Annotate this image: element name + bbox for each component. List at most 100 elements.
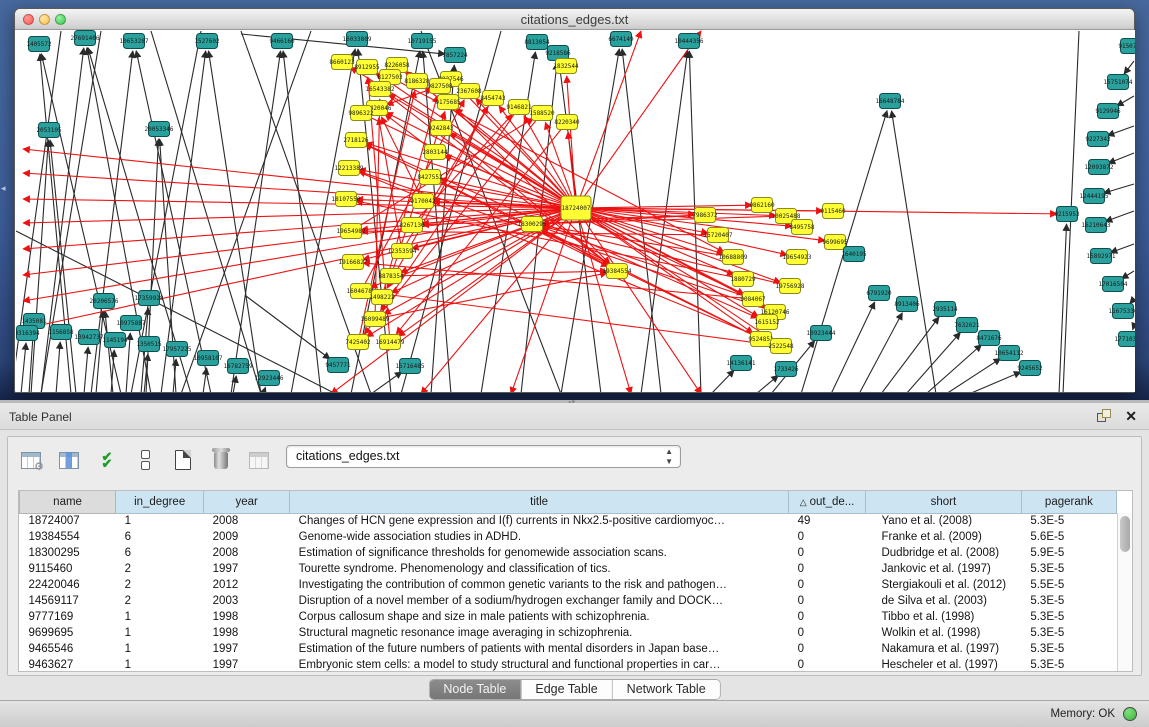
- table-cell[interactable]: 14569117: [20, 593, 116, 609]
- teal-node[interactable]: 1733426: [773, 362, 799, 377]
- table-cell[interactable]: 5.6E-5: [1021, 529, 1116, 545]
- yellow-node[interactable]: 12353594: [388, 244, 417, 259]
- yellow-node[interactable]: 8912955: [354, 60, 380, 75]
- teal-node[interactable]: 1405572: [26, 37, 52, 52]
- column-header-in_degree[interactable]: in_degree: [116, 491, 204, 513]
- table-cell[interactable]: Franke et al. (2009): [865, 529, 1021, 545]
- teal-node[interactable]: 10958107: [194, 351, 223, 366]
- table-cell[interactable]: 19384554: [20, 529, 116, 545]
- table-cell[interactable]: Nakamura et al. (1997): [865, 641, 1021, 657]
- table-cell[interactable]: 1997: [204, 641, 290, 657]
- network-canvas[interactable]: 1405572276914061065328715276029466160160…: [16, 30, 1135, 392]
- table-scrollbar-thumb[interactable]: [1120, 516, 1130, 552]
- table-cell[interactable]: 0: [789, 593, 866, 609]
- yellow-node[interactable]: 19166827: [339, 255, 368, 270]
- teal-node[interactable]: 6674149: [608, 32, 634, 47]
- table-cell[interactable]: 2003: [204, 593, 290, 609]
- row-options-button[interactable]: [132, 447, 158, 473]
- table-cell[interactable]: 0: [789, 609, 866, 625]
- teal-node[interactable]: 1156858: [48, 325, 74, 340]
- teal-node[interactable]: 27691406: [71, 31, 100, 46]
- table-source-dropdown[interactable]: citations_edges.txt ▲▼: [286, 445, 681, 468]
- teal-node[interactable]: 9316394: [16, 326, 40, 341]
- teal-node[interactable]: 9245652: [1017, 361, 1043, 376]
- teal-node[interactable]: 10975887: [117, 316, 146, 331]
- tab-edge-table[interactable]: Edge Table: [520, 680, 611, 699]
- teal-node[interactable]: 11675330: [1109, 304, 1135, 319]
- citation-network-graph[interactable]: 1405572276914061065328715276029466160160…: [16, 30, 1135, 392]
- teal-node[interactable]: 17710331: [1115, 332, 1135, 347]
- table-cell[interactable]: Disruption of a novel member of a sodium…: [290, 593, 789, 609]
- table-row[interactable]: 1872400712008Changes of HCN gene express…: [20, 513, 1117, 529]
- yellow-node[interactable]: 19756928: [776, 279, 805, 294]
- table-cell[interactable]: Stergiakouli et al. (2012): [865, 577, 1021, 593]
- column-header-pagerank[interactable]: pagerank: [1021, 491, 1116, 513]
- column-header-short[interactable]: short: [865, 491, 1021, 513]
- teal-node[interactable]: 7857224: [442, 48, 468, 63]
- teal-node[interactable]: 8913406: [894, 297, 920, 312]
- table-cell[interactable]: 0: [789, 625, 866, 641]
- yellow-node[interactable]: 8267130: [399, 218, 425, 233]
- hub-node[interactable]: 18724007: [561, 196, 591, 220]
- table-cell[interactable]: 1: [116, 513, 204, 529]
- yellow-node[interactable]: 1832544: [553, 59, 579, 74]
- teal-node[interactable]: 1350515: [136, 337, 162, 352]
- close-panel-icon[interactable]: ✕: [1125, 408, 1137, 425]
- table-cell[interactable]: 9465546: [20, 641, 116, 657]
- table-cell[interactable]: 9115460: [20, 561, 116, 577]
- teal-node[interactable]: 7632621: [954, 318, 980, 333]
- table-cell[interactable]: 1998: [204, 609, 290, 625]
- table-row[interactable]: 1456911722003Disruption of a novel membe…: [20, 593, 1117, 609]
- table-row[interactable]: 1830029562008Estimation of significance …: [20, 545, 1117, 561]
- node-table-grid[interactable]: namein_degreeyeartitle△out_de...shortpag…: [19, 491, 1117, 673]
- yellow-node[interactable]: 8220340: [554, 115, 580, 130]
- yellow-node[interactable]: 1498222: [369, 290, 395, 305]
- table-cell[interactable]: 0: [789, 529, 866, 545]
- teal-node[interactable]: 10654112: [995, 346, 1024, 361]
- table-cell[interactable]: 5.3E-5: [1021, 641, 1116, 657]
- table-cell[interactable]: Tourette syndrome. Phenomenology and cla…: [290, 561, 789, 577]
- yellow-node[interactable]: 10688809: [719, 250, 748, 265]
- teal-node[interactable]: 10923444: [807, 326, 836, 341]
- yellow-node[interactable]: 9175685: [435, 95, 461, 110]
- table-cell[interactable]: 1997: [204, 657, 290, 673]
- yellow-node[interactable]: 1588520: [529, 106, 555, 121]
- teal-node[interactable]: 14136141: [727, 356, 756, 371]
- table-cell[interactable]: 1998: [204, 625, 290, 641]
- network-view-window[interactable]: citations_edges.txt 14055722769140610653…: [14, 8, 1135, 393]
- table-cell[interactable]: 5.3E-5: [1021, 561, 1116, 577]
- yellow-node[interactable]: 2803144: [422, 145, 448, 160]
- yellow-node[interactable]: 18300295: [518, 217, 547, 232]
- table-cell[interactable]: Corpus callosum shape and size in male p…: [290, 609, 789, 625]
- table-cell[interactable]: Wolkin et al. (1998): [865, 625, 1021, 641]
- table-cell[interactable]: de Silva et al. (2003): [865, 593, 1021, 609]
- table-cell[interactable]: Jankovic et al. (1997): [865, 561, 1021, 577]
- teal-node[interactable]: 16210643: [1082, 218, 1111, 233]
- table-cell[interactable]: 0: [789, 641, 866, 657]
- yellow-node[interactable]: 15720407: [704, 228, 733, 243]
- yellow-node[interactable]: 9084067: [740, 292, 766, 307]
- yellow-node[interactable]: 19654982: [337, 224, 366, 239]
- table-cell[interactable]: 5.3E-5: [1021, 513, 1116, 529]
- table-row[interactable]: 969969511998Structural magnetic resonanc…: [20, 625, 1117, 641]
- table-cell[interactable]: 9699695: [20, 625, 116, 641]
- table-cell[interactable]: 49: [789, 513, 866, 529]
- table-row[interactable]: 977716911998Corpus callosum shape and si…: [20, 609, 1117, 625]
- yellow-node[interactable]: 7425402: [345, 335, 371, 350]
- table-cell[interactable]: 1: [116, 641, 204, 657]
- teal-node[interactable]: 9457771: [325, 358, 351, 373]
- table-cell[interactable]: Hescheler et al. (1997): [865, 657, 1021, 673]
- table-cell[interactable]: 0: [789, 561, 866, 577]
- column-header-name[interactable]: name: [20, 491, 116, 513]
- table-cell[interactable]: 5.3E-5: [1021, 609, 1116, 625]
- teal-node[interactable]: 10444356: [675, 34, 704, 49]
- teal-node[interactable]: 16648784: [876, 94, 905, 109]
- yellow-node[interactable]: 16914479: [376, 335, 405, 350]
- yellow-node[interactable]: 9115460: [820, 204, 846, 219]
- table-row[interactable]: 2242004622012Investigating the contribut…: [20, 577, 1117, 593]
- yellow-node[interactable]: 8878354: [378, 269, 404, 284]
- table-cell[interactable]: Structural magnetic resonance image aver…: [290, 625, 789, 641]
- table-cell[interactable]: Estimation of significance thresholds fo…: [290, 545, 789, 561]
- float-panel-icon[interactable]: [1097, 409, 1111, 423]
- table-cell[interactable]: Dudbridge et al. (2008): [865, 545, 1021, 561]
